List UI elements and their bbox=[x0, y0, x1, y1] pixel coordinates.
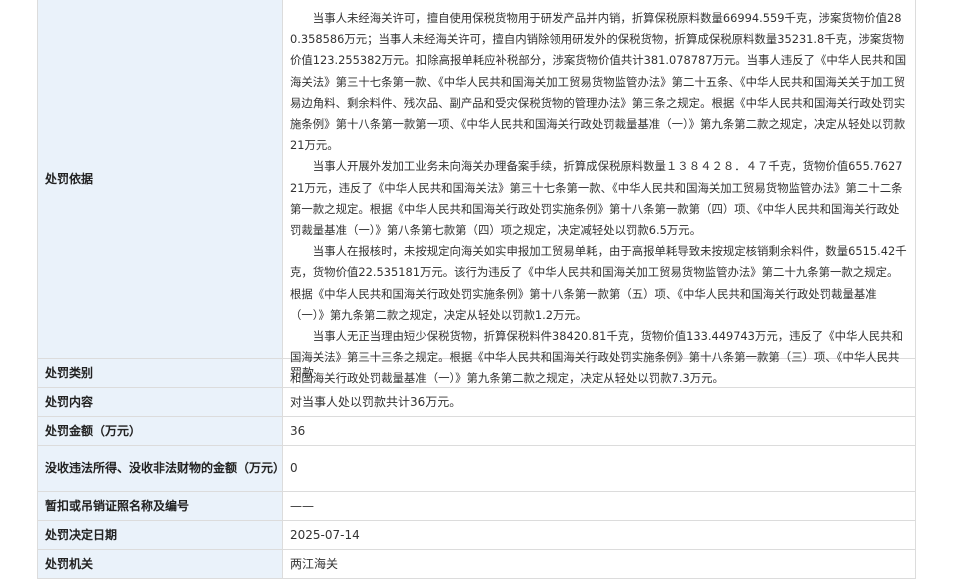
table-row-penalty-authority: 处罚机关 两江海关 bbox=[38, 550, 916, 579]
row-label: 处罚类别 bbox=[38, 359, 283, 387]
table-row-penalty-basis: 处罚依据 当事人未经海关许可，擅自使用保税货物用于研发产品并内销，折算保税原料数… bbox=[38, 0, 916, 385]
row-label: 处罚决定日期 bbox=[38, 521, 283, 549]
row-label: 没收违法所得、没收非法财物的金额（万元） bbox=[38, 446, 285, 491]
row-label: 处罚依据 bbox=[38, 0, 283, 358]
row-value: 0 bbox=[283, 446, 916, 491]
basis-paragraph: 当事人在报核时，未按规定向海关如实申报加工贸易单耗，由于高报单耗导致未按规定核销… bbox=[290, 244, 907, 322]
table-row-penalty-amount: 处罚金额（万元） 36 bbox=[38, 417, 916, 446]
table-row-penalty-category: 处罚类别 罚款 bbox=[38, 359, 916, 388]
row-value: 2025-07-14 bbox=[283, 521, 916, 549]
basis-paragraph: 当事人未经海关许可，擅自使用保税货物用于研发产品并内销，折算保税原料数量6699… bbox=[290, 11, 907, 153]
table-row-confiscation-amount: 没收违法所得、没收非法财物的金额（万元） 0 bbox=[38, 446, 916, 492]
penalty-basis-text: 当事人未经海关许可，擅自使用保税货物用于研发产品并内销，折算保税原料数量6699… bbox=[283, 0, 916, 385]
penalty-info-table: 处罚依据 当事人未经海关许可，擅自使用保税货物用于研发产品并内销，折算保税原料数… bbox=[37, 0, 916, 579]
row-value: 罚款 bbox=[283, 359, 916, 387]
row-label: 暂扣或吊销证照名称及编号 bbox=[38, 492, 283, 520]
row-value: 36 bbox=[283, 417, 916, 445]
row-label: 处罚内容 bbox=[38, 388, 283, 416]
row-label: 处罚金额（万元） bbox=[38, 417, 283, 445]
row-value: —— bbox=[283, 492, 916, 520]
row-value: 两江海关 bbox=[283, 550, 916, 578]
row-label: 处罚机关 bbox=[38, 550, 283, 578]
table-row-license-revocation: 暂扣或吊销证照名称及编号 —— bbox=[38, 492, 916, 521]
basis-paragraph: 当事人开展外发加工业务未向海关办理备案手续，折算成保税原料数量１３８４２８．４７… bbox=[290, 159, 903, 238]
table-row-penalty-content: 处罚内容 对当事人处以罚款共计36万元。 bbox=[38, 388, 916, 417]
table-row-decision-date: 处罚决定日期 2025-07-14 bbox=[38, 521, 916, 550]
row-value: 对当事人处以罚款共计36万元。 bbox=[283, 388, 916, 416]
